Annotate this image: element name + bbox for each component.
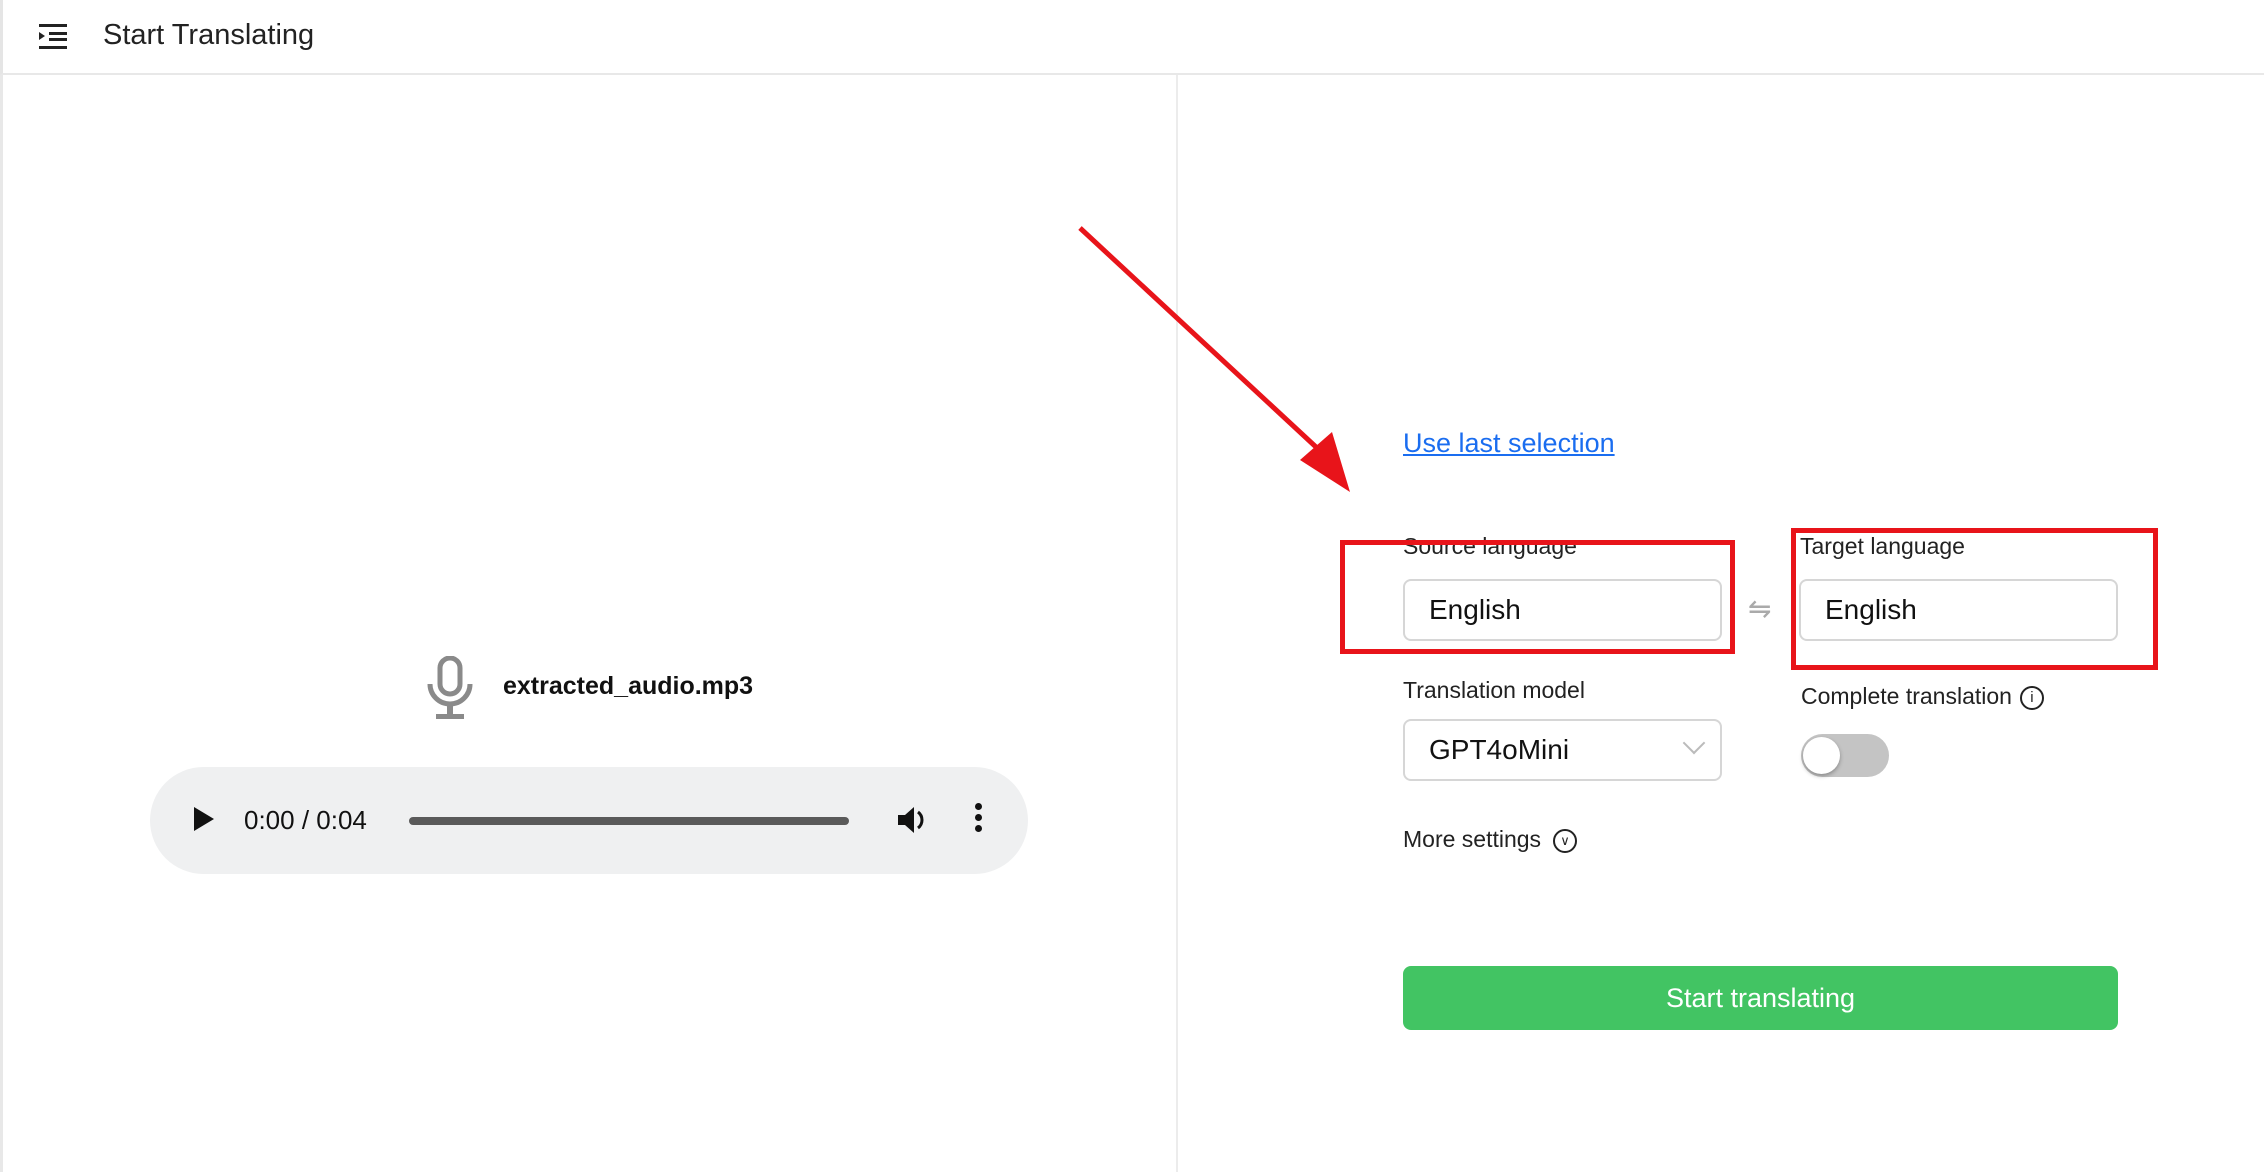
page-title: Start Translating: [103, 19, 315, 51]
translation-model-select[interactable]: GPT4oMini: [1403, 719, 1722, 781]
more-settings-text: More settings: [1403, 826, 1542, 852]
swap-languages-icon[interactable]: ⇋: [1748, 592, 1771, 625]
audio-filename: extracted_audio.mp3: [503, 672, 754, 700]
info-icon[interactable]: i: [2019, 685, 2044, 710]
more-settings-button[interactable]: More settings ∨: [1403, 826, 1578, 853]
use-last-selection-link[interactable]: Use last selection: [1403, 428, 1615, 459]
start-translating-button[interactable]: Start translating: [1403, 966, 2118, 1030]
annotation-arrow: [1078, 226, 1350, 492]
microphone-icon: [427, 656, 473, 719]
complete-translation-toggle[interactable]: [1801, 734, 1889, 777]
complete-translation-text: Complete translation: [1801, 683, 2012, 709]
chevron-down-circle-icon: ∨: [1553, 828, 1578, 853]
left-border: [0, 75, 3, 1172]
volume-icon[interactable]: [896, 803, 930, 837]
audio-progress-slider[interactable]: [409, 817, 849, 825]
annotation-box-target: [1791, 528, 2158, 670]
translation-model-value: GPT4oMini: [1429, 734, 1570, 765]
header-bar: Start Translating: [0, 0, 2264, 75]
toggle-knob: [1803, 737, 1840, 774]
menu-indent-icon[interactable]: [39, 24, 69, 50]
audio-player[interactable]: 0:00 / 0:04: [150, 767, 1028, 874]
play-icon[interactable]: [194, 807, 214, 831]
translation-model-label: Translation model: [1403, 677, 1585, 703]
chevron-down-icon: [1682, 731, 1706, 755]
annotation-box-source: [1340, 540, 1735, 654]
complete-translation-label: Complete translation i: [1801, 683, 2044, 710]
more-options-icon[interactable]: [972, 803, 984, 839]
audio-time: 0:00 / 0:04: [244, 805, 367, 835]
